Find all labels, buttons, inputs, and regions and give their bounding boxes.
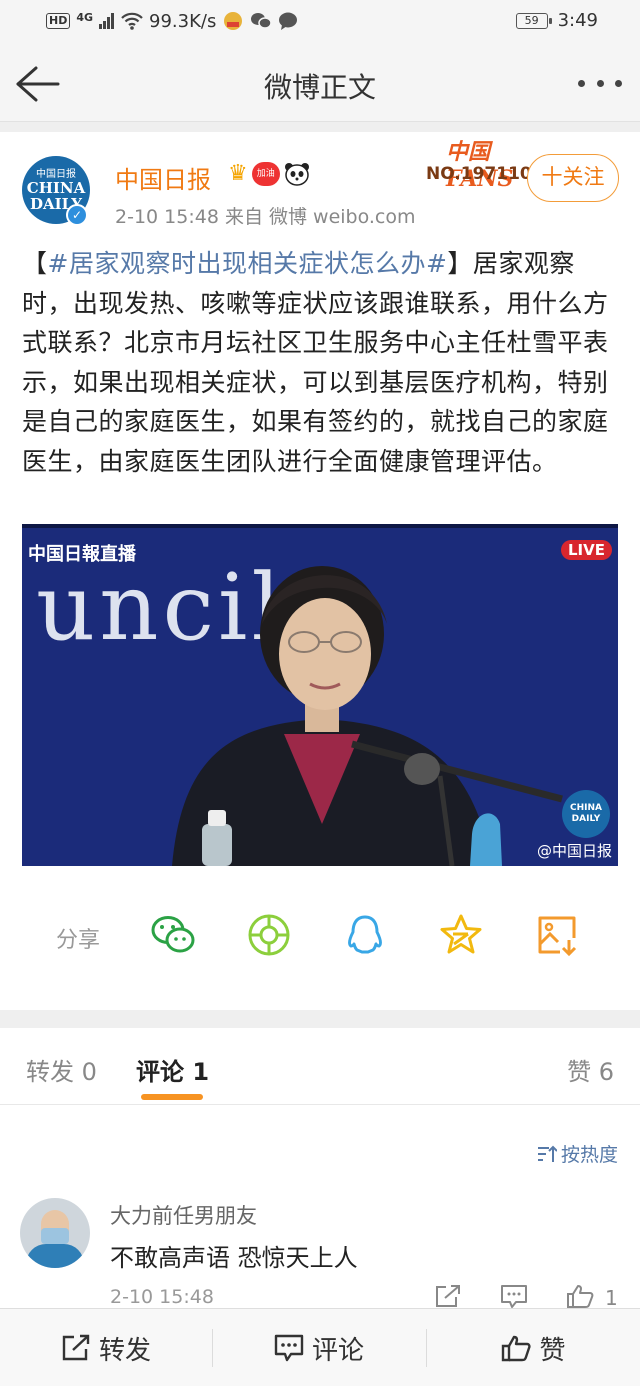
share-qq-button[interactable]: [342, 912, 388, 958]
moments-icon: [248, 914, 290, 956]
video-logo-text-2: DAILY: [571, 814, 601, 824]
bracket-open: 【: [22, 249, 48, 278]
message-notification-icon: [279, 12, 298, 30]
comment-reply-button[interactable]: [500, 1284, 528, 1308]
post-body: 】居家观察时，出现发热、咳嗽等症状应该跟谁联系，用什么方式联系？北京市月坛社区卫…: [22, 249, 609, 476]
author-name[interactable]: 中国日报: [115, 160, 211, 195]
comment-like-button[interactable]: [566, 1284, 594, 1308]
comment-label: 评论: [311, 1335, 364, 1366]
wechat-icon: [151, 916, 195, 953]
tabs-divider: [0, 1104, 640, 1105]
video-watermark: @中国日报: [536, 842, 612, 860]
more-dot-icon: [578, 79, 585, 87]
nav-bar: 微博正文: [0, 44, 640, 122]
crown-icon: ♛: [228, 161, 248, 186]
clock: 3:49: [557, 10, 598, 31]
share-wechat-button[interactable]: [150, 912, 196, 958]
fans-badge: 中国FANS NO.1971102: [424, 132, 544, 192]
comment-icon: [274, 1334, 304, 1362]
share-save-image-button[interactable]: [534, 912, 580, 958]
share-moments-button[interactable]: [246, 912, 292, 958]
comment-share-button[interactable]: [434, 1284, 462, 1308]
thumbs-up-icon: [502, 1335, 532, 1362]
share-label: 分享: [56, 928, 101, 953]
battery-level: 59: [524, 13, 539, 27]
like-label: 赞: [539, 1335, 566, 1366]
status-right: 59 3:49: [515, 10, 598, 31]
tab-repost[interactable]: 转发 0: [26, 1052, 97, 1087]
sort-icon: [537, 1145, 557, 1162]
active-tab-indicator: [141, 1094, 203, 1100]
qq-icon: [348, 915, 382, 954]
comment-time: 2-10 15:48: [110, 1286, 214, 1308]
comment-text: 不敢高声语 恐惊天上人: [110, 1244, 358, 1272]
repost-icon: [62, 1334, 90, 1361]
comment-like-count: 1: [605, 1286, 618, 1310]
thumbs-up-icon: [567, 1285, 594, 1308]
video-logo: CHINA DAILY: [562, 790, 610, 838]
page-title: 微博正文: [263, 71, 376, 104]
signal-icon: [99, 13, 115, 29]
fans-number: NO.1971102: [426, 164, 544, 184]
net-speed: 99.3K/s: [149, 10, 217, 32]
verified-check-icon: ✓: [68, 206, 86, 224]
avatar-text-1: CHINA: [26, 179, 86, 197]
status-left: HD 4G 99.3K/s: [46, 10, 298, 32]
like-button[interactable]: 赞: [427, 1309, 640, 1386]
app-notification-icon: [224, 12, 243, 30]
sort-label: 按热度: [560, 1144, 618, 1166]
jiayou-heart-badge: 加油: [251, 161, 280, 186]
verified-badge: ✓: [66, 204, 88, 226]
repost-button[interactable]: 转发: [0, 1309, 212, 1386]
qzone-star-icon: [440, 914, 482, 954]
network-type: 4G: [76, 10, 94, 24]
post-meta: 2-10 15:48 来自 微博 weibo.com: [115, 206, 416, 228]
post-text: 【#居家观察时出现相关症状怎么办#】居家观察时，出现发热、咳嗽等症状应该跟谁联系…: [22, 244, 618, 481]
repost-label: 转发: [98, 1335, 151, 1366]
commenter-avatar[interactable]: [20, 1198, 90, 1268]
avatar-cn-text: 中国日报: [36, 169, 76, 180]
avatar-coat: [26, 1244, 84, 1268]
wechat-notification-icon: [251, 13, 273, 29]
battery-icon: 59: [515, 12, 552, 29]
author-badges: ♛ 加油: [228, 161, 310, 186]
section-divider: [0, 122, 640, 132]
more-options-button[interactable]: [578, 74, 622, 92]
hd-badge: HD: [46, 13, 71, 29]
wifi-icon: [121, 12, 143, 30]
avatar-mask: [41, 1228, 69, 1244]
panda-icon: [284, 162, 309, 186]
share-qzone-button[interactable]: [438, 912, 484, 958]
speaker-figure: [172, 566, 563, 866]
tab-like[interactable]: 赞 6: [567, 1052, 614, 1087]
comment-button[interactable]: 评论: [213, 1309, 425, 1386]
status-bar: HD 4G 99.3K/s 59 3:49: [0, 0, 640, 44]
more-dot-icon: [615, 79, 622, 87]
commenter-name[interactable]: 大力前任男朋友: [110, 1200, 257, 1230]
bottom-action-bar: 转发 评论 赞: [0, 1308, 640, 1386]
section-divider: [0, 1010, 640, 1028]
video-logo-text-1: CHINA: [570, 803, 602, 813]
sort-button[interactable]: 按热度: [537, 1140, 618, 1167]
comment-icon: [501, 1285, 527, 1308]
more-dot-icon: [596, 79, 604, 87]
follow-button[interactable]: 十关注: [527, 154, 619, 202]
post-video[interactable]: uncil 中国日報直播 LIVE CHINA DAILY @中国日报: [22, 524, 618, 866]
share-out-icon: [436, 1285, 460, 1307]
tab-comment[interactable]: 评论 1: [136, 1052, 209, 1087]
hashtag-link[interactable]: #居家观察时出现相关症状怎么办#: [48, 249, 448, 278]
save-image-icon: [538, 916, 577, 957]
